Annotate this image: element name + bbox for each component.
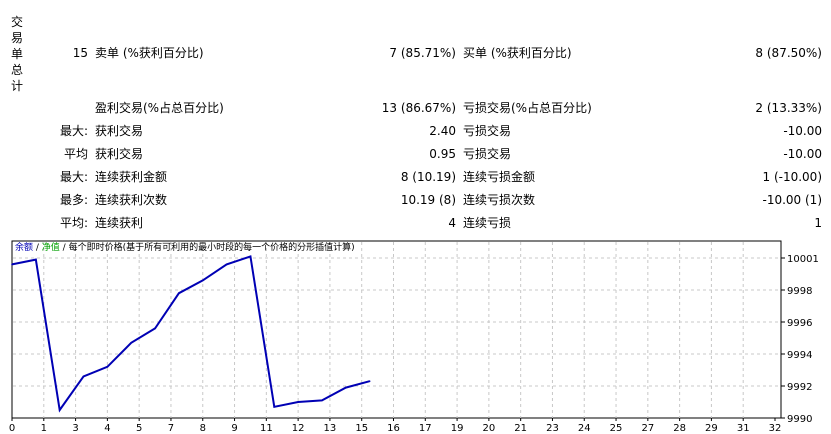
x-tick-label: 27	[641, 423, 654, 434]
data-point	[130, 342, 133, 344]
x-tick-label: 25	[610, 423, 623, 434]
x-tick-label: 17	[419, 423, 432, 434]
x-tick-label: 31	[737, 423, 750, 434]
metric-value: -10.00	[783, 147, 822, 161]
legend-sep: /	[60, 243, 69, 253]
x-tick-label: 29	[705, 423, 718, 434]
x-tick-label: 23	[546, 423, 559, 434]
metric-name: 买单 (%获利百分比)	[463, 46, 572, 60]
row-label: 平均:	[59, 216, 88, 230]
metric-name: 连续亏损	[463, 216, 512, 230]
data-point	[154, 327, 156, 330]
x-tick-label: 8	[200, 423, 206, 434]
data-point	[368, 380, 371, 382]
x-tick-label: 4	[104, 423, 110, 434]
metric-value: 13 (86.67%)	[381, 101, 456, 115]
metric-value: 8 (10.19)	[400, 170, 456, 184]
metric-value: 8 (87.50%)	[755, 46, 822, 60]
chart-legend: 余额 / 净值 / 每个即时价格(基于所有可利用的最小时段的每一个价格的分形插值…	[15, 241, 355, 253]
metric-name: 连续获利金额	[95, 170, 168, 184]
x-tick-label: 1	[41, 423, 47, 434]
metric-value: 10.19 (8)	[400, 193, 456, 207]
metric-value: 1	[814, 216, 822, 230]
data-point	[249, 255, 252, 258]
metric-name: 连续亏损次数	[463, 193, 536, 207]
x-tick-label: 28	[673, 423, 686, 434]
data-point	[345, 386, 347, 389]
data-point	[58, 409, 61, 411]
data-point	[225, 263, 228, 266]
x-tick-label: 16	[387, 423, 400, 434]
y-tick-label: 9990	[787, 414, 812, 425]
summary-row: 最多: 连续获利次数 10.19 (8) 连续亏损次数 -10.00 (1)	[0, 191, 831, 209]
metric-name: 获利交易	[95, 147, 144, 161]
metric-value: -10.00	[783, 124, 822, 138]
metric-value: 2.40	[429, 124, 456, 138]
data-point	[321, 399, 323, 402]
x-tick-label: 5	[136, 423, 142, 434]
metric-name: 亏损交易	[463, 147, 512, 161]
x-tick-label: 19	[451, 423, 464, 434]
summary-row: 15 卖单 (%获利百分比) 7 (85.71%) 买单 (%获利百分比) 8 (87.…	[0, 44, 831, 62]
data-point	[178, 292, 180, 294]
x-tick-label: 11	[260, 423, 273, 434]
metric-name: 亏损交易	[463, 124, 512, 138]
data-point	[35, 258, 37, 261]
y-tick-label: 9994	[787, 350, 812, 361]
x-tick-label: 13	[324, 423, 337, 434]
row-label: 15	[72, 46, 88, 60]
x-tick-label: 24	[578, 423, 591, 434]
y-tick-label: 9992	[787, 382, 812, 393]
metric-name: 连续亏损金额	[463, 170, 536, 184]
metric-value: 1 (-10.00)	[762, 170, 823, 184]
data-point	[297, 401, 299, 403]
y-tick-label: 10001	[787, 254, 819, 265]
metric-name: 卖单 (%获利百分比)	[95, 46, 204, 60]
metric-name: 获利交易	[95, 124, 144, 138]
x-tick-label: 9	[231, 423, 237, 434]
row-label: 平均	[63, 147, 88, 161]
metric-name: 盈利交易(%占总百分比)	[95, 101, 224, 115]
balance-chart: 余额 / 净值 / 每个即时价格(基于所有可利用的最小时段的每一个价格的分形插值…	[9, 240, 819, 434]
metric-value: 2 (13.33%)	[755, 101, 822, 115]
summary-row: 最大: 连续获利金额 8 (10.19) 连续亏损金额 1 (-10.00)	[0, 168, 831, 186]
data-point	[82, 375, 85, 378]
x-tick-label: 21	[514, 423, 527, 434]
row-label: 最多:	[59, 193, 88, 207]
data-point	[106, 366, 109, 368]
row-label: 最大:	[59, 170, 88, 184]
summary-row: 平均: 连续获利 4 连续亏损 1	[0, 214, 831, 232]
x-tick-label: 20	[483, 423, 496, 434]
y-tick-label: 9998	[787, 286, 812, 297]
metric-value: 0.95	[429, 147, 456, 161]
x-tick-label: 0	[9, 423, 15, 434]
x-tick-label: 32	[769, 423, 782, 434]
legend-sep: /	[33, 243, 42, 253]
metric-value: 7 (85.71%)	[389, 46, 456, 60]
metric-name: 亏损交易(%占总百分比)	[463, 101, 592, 115]
legend-description: 每个即时价格(基于所有可利用的最小时段的每一个价格的分形插值计算)	[69, 241, 355, 253]
plot-area	[11, 240, 782, 419]
legend-balance: 余额	[15, 241, 33, 253]
x-tick-label: 3	[72, 423, 78, 434]
data-point	[11, 263, 13, 266]
summary-row: 最大: 获利交易 2.40 亏损交易 -10.00	[0, 122, 831, 140]
metric-name: 连续获利	[95, 216, 144, 230]
x-tick-label: 15	[355, 423, 368, 434]
data-point	[201, 279, 204, 282]
data-point	[273, 406, 276, 408]
metric-value: -10.00 (1)	[762, 193, 823, 207]
metric-name: 连续获利次数	[95, 193, 168, 207]
y-tick-label: 9996	[787, 318, 812, 329]
x-tick-label: 12	[292, 423, 305, 434]
legend-equity: 净值	[42, 241, 60, 253]
metric-value: 4	[448, 216, 456, 230]
x-tick-label: 7	[168, 423, 174, 434]
summary-row: 平均 获利交易 0.95 亏损交易 -10.00	[0, 145, 831, 163]
row-label: 最大:	[59, 124, 88, 138]
summary-row: 盈利交易(%占总百分比) 13 (86.67%) 亏损交易(%占总百分比) 2 (13…	[0, 99, 831, 117]
